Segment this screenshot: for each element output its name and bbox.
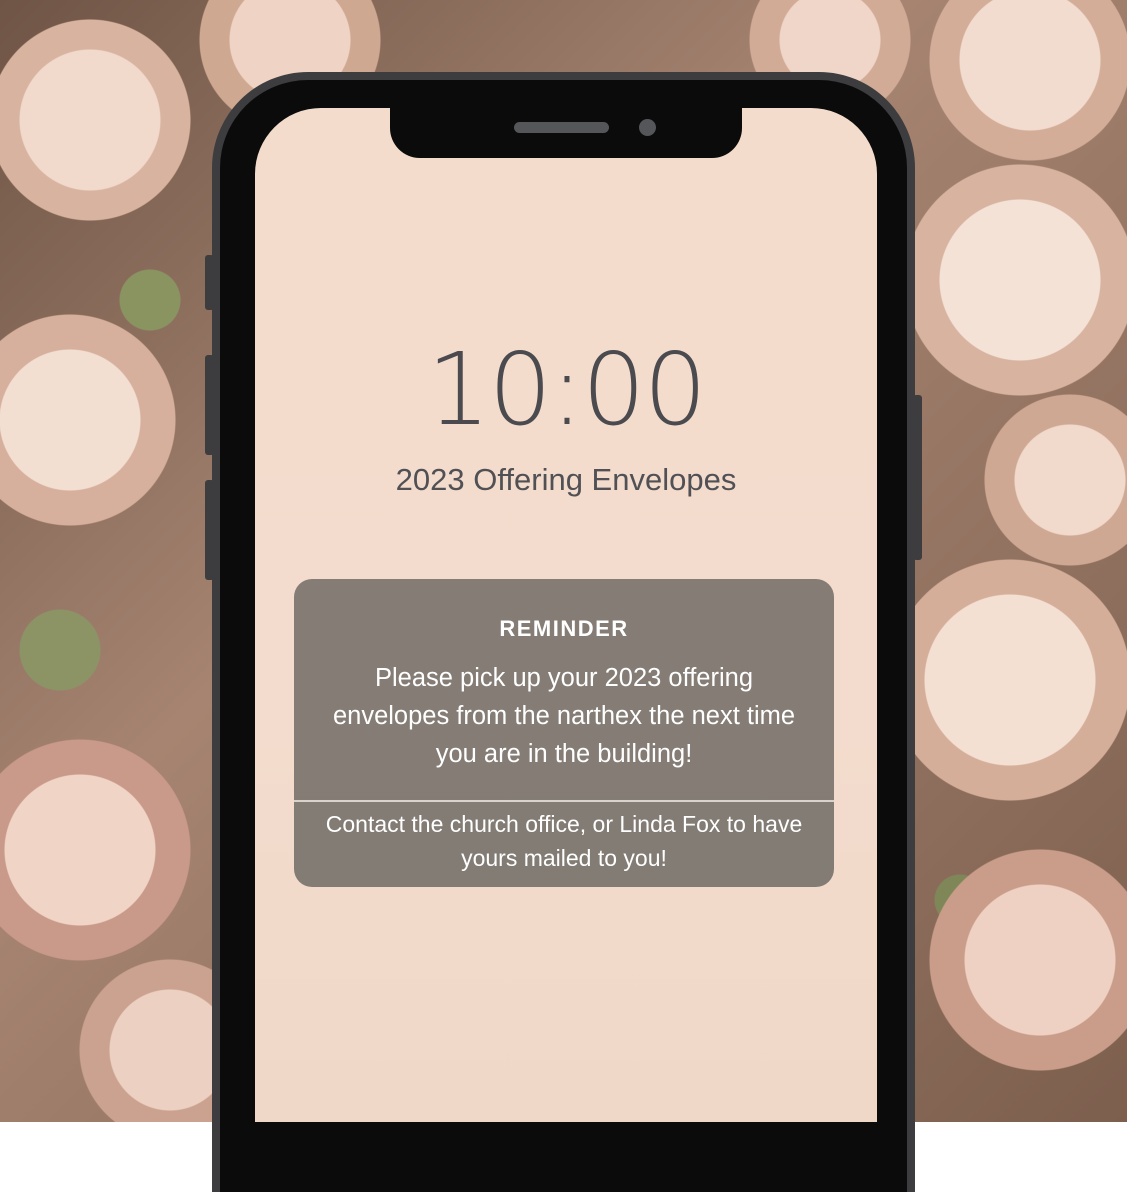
speaker-grille: [514, 122, 609, 133]
front-camera-icon: [639, 119, 656, 136]
lockscreen-clock: 10:00: [426, 331, 707, 448]
notification-body: Please pick up your 2023 offering envelo…: [332, 664, 796, 768]
lockscreen-title: 2023 Offering Envelopes: [395, 462, 737, 497]
notification-divider: [294, 800, 834, 802]
notification-footer: Contact the church office, or Linda Fox …: [325, 811, 803, 871]
reminder-notification[interactable]: REMINDER Please pick up your 2023 offeri…: [294, 579, 834, 887]
notification-heading: REMINDER: [499, 616, 629, 641]
